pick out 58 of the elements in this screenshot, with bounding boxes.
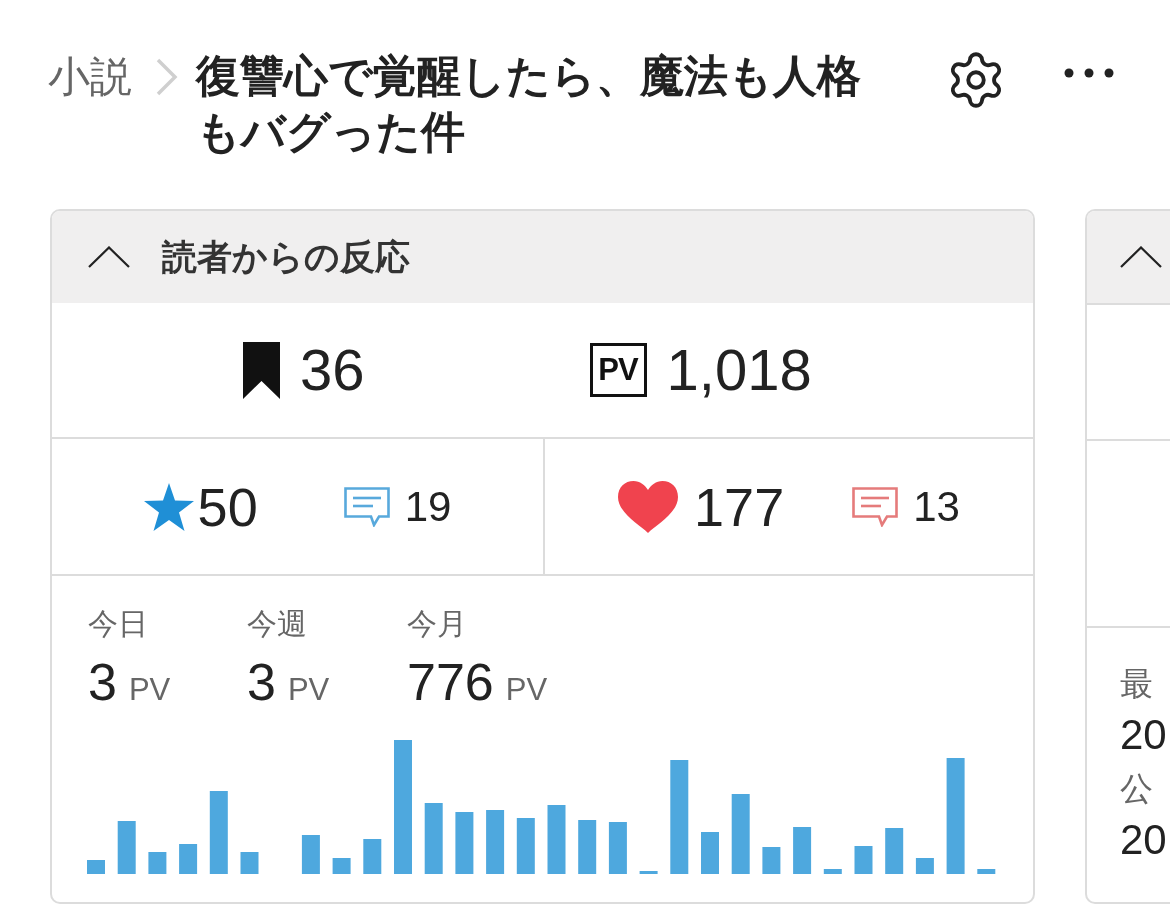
info-label: 公 [1120, 769, 1154, 809]
chevron-up-icon[interactable] [1120, 246, 1162, 268]
pv-label: PV [589, 343, 647, 397]
pv-bar [608, 822, 627, 874]
pv-bar [823, 869, 842, 874]
comment-icon [852, 486, 899, 527]
bookmark-icon [243, 341, 280, 399]
comment-count: 13 [913, 485, 960, 528]
pv-bar [639, 871, 658, 874]
card-header[interactable]: 読者からの反応 [52, 211, 1033, 303]
pv-bar [301, 835, 320, 874]
period-label: 今週 [247, 606, 307, 642]
pv-bar [547, 805, 566, 874]
star-icon [143, 482, 194, 531]
pv-bar [424, 803, 443, 874]
more-button[interactable] [1064, 66, 1114, 80]
pv-bar [701, 832, 719, 874]
card-title: 読者からの反応 [162, 235, 410, 278]
pageview-value: 3 [247, 654, 276, 710]
pv-bar [977, 869, 996, 874]
heart-icon [618, 480, 679, 533]
pv-bar [854, 846, 873, 874]
pv-bar [240, 852, 259, 874]
ellipsis-icon [1064, 68, 1114, 78]
pageview-unit: PV [287, 672, 330, 708]
breadcrumb-link[interactable]: 小説 [48, 48, 132, 106]
pv-bar [516, 818, 535, 874]
period-label: 今日 [88, 606, 148, 642]
chevron-up-icon[interactable] [88, 246, 130, 268]
pv-bar [179, 844, 198, 874]
pv-bar [87, 860, 105, 874]
info-value: 20 [1120, 815, 1168, 865]
pageview-value: 776 [407, 654, 494, 710]
pv-bar [363, 839, 382, 874]
info-label: 最 [1120, 664, 1154, 704]
pv-bar [578, 820, 597, 874]
comment-count: 19 [404, 485, 452, 528]
pv-bar [332, 858, 351, 874]
pageview-value: 3 [88, 654, 117, 710]
star-count: 50 [197, 479, 258, 534]
pv-bar [762, 847, 781, 874]
pageview-unit: PV [128, 672, 171, 708]
pv-bar [117, 821, 136, 874]
pageview-count: 1,018 [666, 341, 812, 399]
pv-bar [793, 827, 812, 874]
chevron-right-icon [156, 58, 178, 96]
info-value: 20 [1120, 710, 1168, 760]
bookmark-count: 36 [300, 341, 365, 399]
novel-title: 復讐心で覚醒したら、魔法も人格もバグった件 [196, 50, 862, 158]
heart-count: 177 [694, 479, 785, 534]
pv-bar [455, 812, 474, 874]
pv-bar [915, 858, 934, 874]
pv-bar [486, 810, 505, 874]
pv-bar [885, 828, 904, 874]
pv-bar [148, 852, 167, 874]
period-label: 今月 [407, 606, 467, 642]
pageview-unit: PV [505, 672, 548, 708]
comment-icon [343, 486, 390, 527]
